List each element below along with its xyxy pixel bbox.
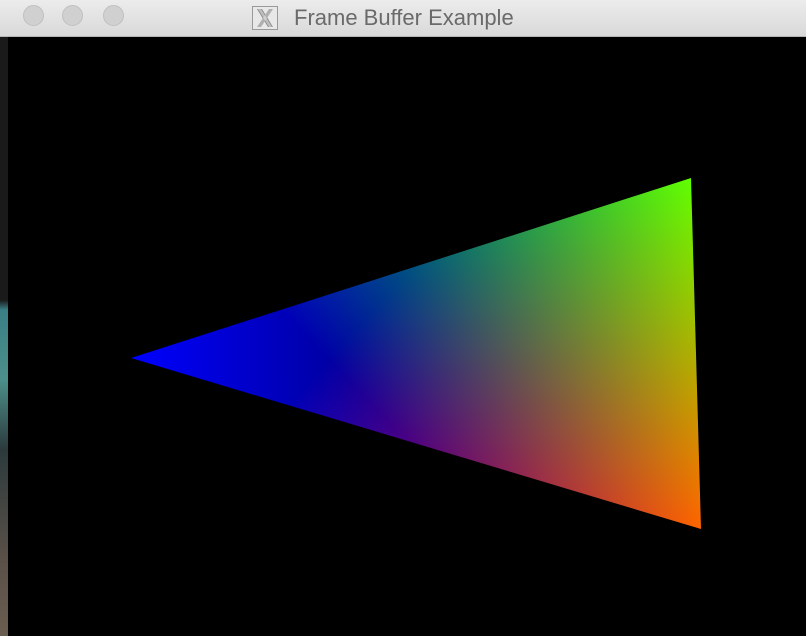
app-window: Frame Buffer Example bbox=[0, 0, 806, 636]
zoom-button[interactable] bbox=[103, 5, 124, 26]
framebuffer-svg bbox=[8, 37, 806, 636]
window-title: Frame Buffer Example bbox=[294, 5, 514, 30]
minimize-button[interactable] bbox=[62, 5, 83, 26]
title-bar[interactable]: Frame Buffer Example bbox=[0, 0, 806, 37]
desktop-background-edge bbox=[0, 0, 8, 636]
framebuffer-canvas[interactable] bbox=[8, 37, 806, 636]
window-title-group: Frame Buffer Example bbox=[252, 5, 514, 31]
close-button[interactable] bbox=[23, 5, 44, 26]
x11-icon bbox=[252, 6, 278, 30]
